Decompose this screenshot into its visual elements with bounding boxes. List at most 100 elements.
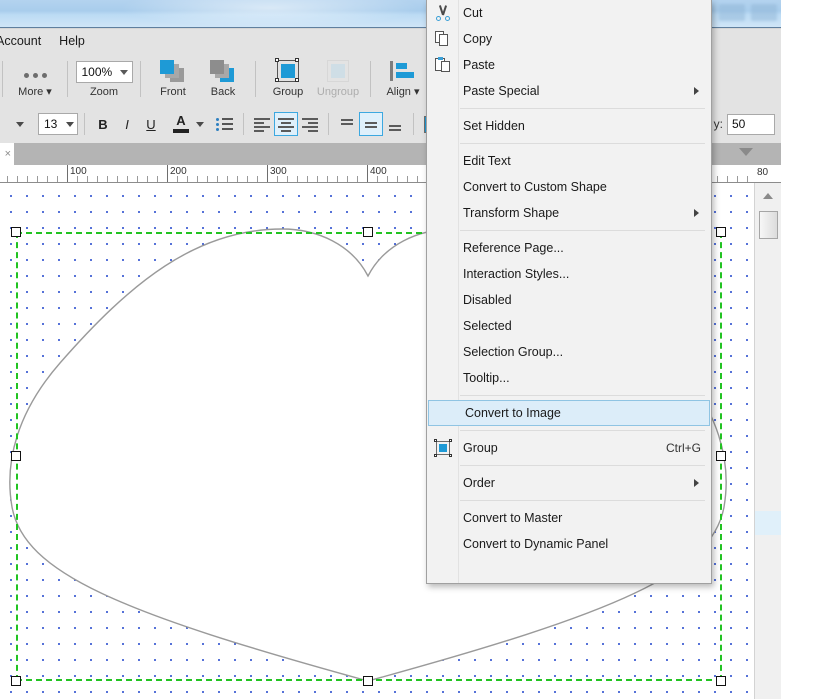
ruler-minor-tick: [327, 176, 328, 182]
font-family-dropdown[interactable]: [8, 112, 32, 136]
ruler-minor-tick: [117, 176, 118, 182]
context-menu-item-copy[interactable]: Copy: [427, 26, 711, 52]
context-menu-item-reference-page[interactable]: Reference Page...: [427, 235, 711, 261]
context-menu-item-paste-special[interactable]: Paste Special: [427, 78, 711, 104]
ribbon-ungroup-button[interactable]: Ungroup: [313, 53, 363, 105]
zoom-value: 100%: [82, 65, 113, 79]
underline-label: U: [146, 117, 155, 132]
text-color-button[interactable]: A: [169, 112, 193, 136]
valign-top-button[interactable]: [335, 112, 359, 136]
ruler-minor-tick: [97, 176, 98, 182]
context-menu-item-selection-group[interactable]: Selection Group...: [427, 339, 711, 365]
ruler-minor-tick: [237, 176, 238, 182]
context-menu-item-label: Order: [463, 470, 495, 496]
selection-handle-bottom-left[interactable]: [11, 676, 21, 686]
context-menu-item-label: Tooltip...: [463, 365, 510, 391]
vertical-scrollbar[interactable]: [754, 183, 781, 699]
menu-item-account[interactable]: Account: [0, 30, 50, 52]
underline-button[interactable]: U: [139, 112, 163, 136]
context-menu-item-convert-to-image[interactable]: Convert to Image: [428, 400, 710, 426]
selection-handle-middle-left[interactable]: [11, 451, 21, 461]
valign-middle-button[interactable]: [359, 112, 383, 136]
minimize-button[interactable]: [719, 4, 745, 21]
scroll-up-arrow-icon[interactable]: [763, 193, 773, 199]
toolbar-divider: [84, 113, 85, 135]
selection-handle-top-right[interactable]: [716, 227, 726, 237]
selection-handle-top-center[interactable]: [363, 227, 373, 237]
context-menu-item-convert-to-master[interactable]: Convert to Master: [427, 505, 711, 531]
selection-handle-middle-right[interactable]: [716, 451, 726, 461]
ribbon-back-button[interactable]: Back: [198, 53, 248, 105]
text-color-icon: A: [172, 114, 190, 134]
align-center-button[interactable]: [274, 112, 298, 136]
ruler-minor-tick: [227, 176, 228, 182]
align-right-button[interactable]: [298, 112, 322, 136]
tab-overflow-chevron-down-icon[interactable]: [739, 148, 753, 156]
ruler-minor-tick: [147, 176, 148, 182]
selection-handle-bottom-right[interactable]: [716, 676, 726, 686]
valign-bottom-button[interactable]: [383, 112, 407, 136]
align-left-button[interactable]: [250, 112, 274, 136]
chevron-down-icon: [120, 70, 128, 75]
ruler-major-tick: [267, 165, 268, 182]
ruler-minor-tick: [727, 176, 728, 182]
ruler-minor-tick: [317, 176, 318, 182]
italic-button[interactable]: I: [115, 112, 139, 136]
ruler-minor-tick: [407, 176, 408, 182]
ribbon-separator: [67, 61, 68, 97]
ribbon-group-button[interactable]: Group: [263, 53, 313, 105]
context-menu-item-tooltip[interactable]: Tooltip...: [427, 365, 711, 391]
context-menu-item-cut[interactable]: Cut: [427, 0, 711, 26]
ribbon-zoom-label: Zoom: [90, 86, 118, 98]
ruler-minor-tick: [17, 176, 18, 182]
ruler-minor-tick: [127, 176, 128, 182]
bold-label: B: [98, 117, 107, 132]
context-menu-item-paste[interactable]: Paste: [427, 52, 711, 78]
screenshot-root: Account Help More ▾ 100% Zoom: [0, 0, 819, 699]
ribbon-separator: [2, 61, 3, 97]
ribbon-front-button[interactable]: Front: [148, 53, 198, 105]
ruler-minor-tick: [157, 176, 158, 182]
ruler-minor-tick: [187, 176, 188, 182]
ruler-label: 400: [370, 166, 387, 177]
maximize-button[interactable]: [751, 4, 777, 21]
text-color-dropdown[interactable]: [193, 112, 207, 136]
selection-handle-top-left[interactable]: [11, 227, 21, 237]
context-menu-item-label: Copy: [463, 26, 492, 52]
y-field[interactable]: 50: [727, 114, 775, 135]
context-menu-item-convert-to-dynamic-panel[interactable]: Convert to Dynamic Panel: [427, 531, 711, 557]
context-menu-item-set-hidden[interactable]: Set Hidden: [427, 113, 711, 139]
ribbon-separator: [370, 61, 371, 97]
close-icon[interactable]: ×: [5, 148, 11, 160]
font-size-input[interactable]: 13: [38, 113, 78, 135]
ribbon-align-button[interactable]: Align ▾: [378, 53, 428, 105]
context-menu-item-edit-text[interactable]: Edit Text: [427, 148, 711, 174]
context-menu-item-convert-to-custom-shape[interactable]: Convert to Custom Shape: [427, 174, 711, 200]
menu-item-help[interactable]: Help: [50, 30, 94, 52]
context-menu-item-transform-shape[interactable]: Transform Shape: [427, 200, 711, 226]
italic-label: I: [125, 117, 129, 132]
context-menu-item-label: Paste: [463, 52, 495, 78]
context-menu-item-order[interactable]: Order: [427, 470, 711, 496]
scrollbar-thumb[interactable]: [759, 211, 778, 239]
ribbon-zoom-control[interactable]: 100% Zoom: [75, 53, 133, 105]
context-menu-item-selected[interactable]: Selected: [427, 313, 711, 339]
zoom-combo-icon[interactable]: 100%: [76, 61, 133, 83]
ruler-minor-tick: [357, 176, 358, 182]
ribbon-more-button[interactable]: More ▾: [10, 53, 60, 105]
bullet-list-button[interactable]: [213, 112, 237, 136]
valign-middle-icon: [363, 117, 379, 131]
window-controls[interactable]: [719, 4, 777, 21]
page-tab[interactable]: ×: [0, 143, 14, 165]
ribbon-separator: [140, 61, 141, 97]
context-menu-item-label: Convert to Dynamic Panel: [463, 531, 608, 557]
selection-handle-bottom-center[interactable]: [363, 676, 373, 686]
context-menu-item-interaction-styles[interactable]: Interaction Styles...: [427, 261, 711, 287]
ribbon-separator: [255, 61, 256, 97]
context-menu[interactable]: CutCopyPastePaste Special Set Hidden Edit …: [426, 0, 712, 584]
context-menu-item-disabled[interactable]: Disabled: [427, 287, 711, 313]
context-menu-item-group[interactable]: GroupCtrl+G: [427, 435, 711, 461]
bold-button[interactable]: B: [91, 112, 115, 136]
ruler-minor-tick: [247, 176, 248, 182]
ruler-minor-tick: [397, 176, 398, 182]
